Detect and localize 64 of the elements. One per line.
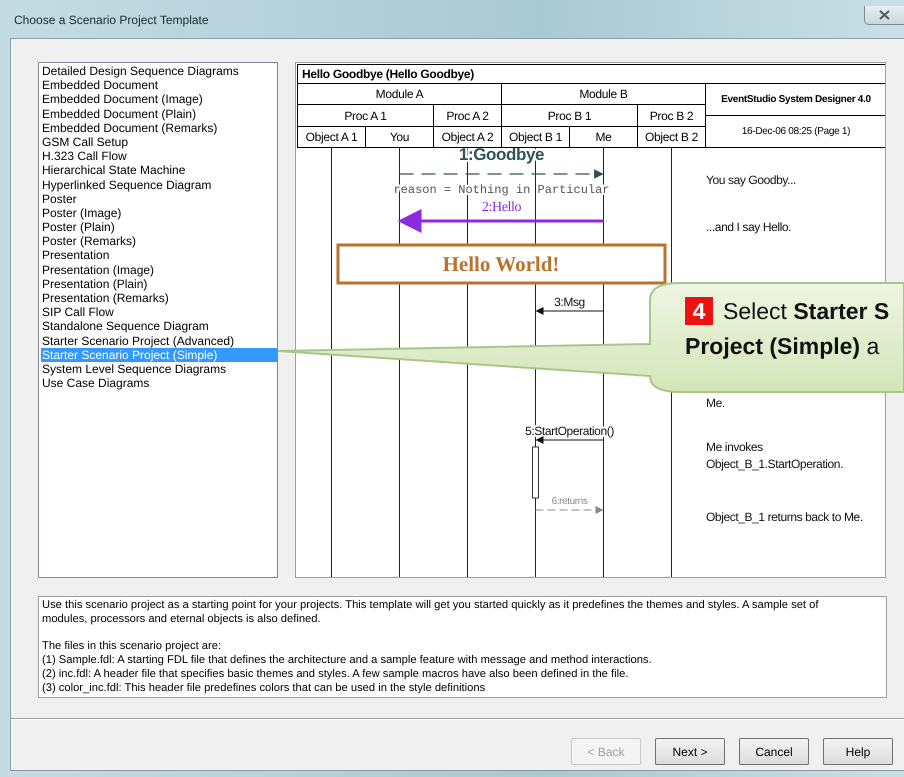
template-item[interactable]: Presentation bbox=[41, 248, 277, 263]
template-item[interactable]: Hyperlinked Sequence Diagram bbox=[41, 178, 277, 192]
template-item[interactable]: Embedded Document (Remarks) bbox=[41, 120, 277, 135]
template-item[interactable]: Poster (Image) bbox=[41, 206, 277, 220]
template-item[interactable]: Embedded Document bbox=[41, 78, 277, 92]
object-header: Object B 2 bbox=[638, 127, 705, 147]
dialog-button[interactable]: Help bbox=[823, 738, 893, 765]
object-header: Object A 2 bbox=[434, 127, 501, 147]
object-header: Object B 1 bbox=[502, 127, 569, 147]
message-arrow bbox=[536, 436, 604, 444]
message-arrow bbox=[536, 307, 604, 315]
dialog-button[interactable]: Next > bbox=[655, 738, 725, 765]
object-header: Object A 1 bbox=[298, 127, 365, 147]
template-item[interactable]: Poster bbox=[41, 192, 277, 206]
window-title: Choose a Scenario Project Template bbox=[14, 13, 209, 27]
close-icon bbox=[879, 10, 890, 20]
object-header: Me bbox=[570, 127, 637, 147]
template-item[interactable]: GSM Call Setup bbox=[41, 134, 277, 150]
tool-name: EventStudio System Designer 4.0 bbox=[706, 84, 885, 115]
message-label: 2:Hello bbox=[482, 200, 522, 215]
template-item[interactable]: Starter Scenario Project (Advanced) bbox=[41, 334, 277, 348]
action-text: Hello World! bbox=[442, 252, 560, 276]
diagram-date: 16-Dec-06 08:25 (Page 1) bbox=[706, 116, 885, 147]
template-item[interactable]: Embedded Document (Plain) bbox=[41, 106, 277, 121]
template-item[interactable]: Presentation (Image) bbox=[41, 262, 277, 277]
processor-header: Proc B 2 bbox=[638, 105, 705, 126]
description-text: Use this scenario project as a starting point for your projects. This template will get you started quickly as it predefines the themes and styles. A sample set of modules, processors and eternal objects is also defined. bbox=[42, 599, 820, 627]
description-text: (3) color_inc.fdl: This header file predefines colors that can be used in the style definitions bbox=[42, 682, 486, 696]
template-item[interactable]: Presentation (Plain) bbox=[41, 276, 277, 291]
description-text: (1) Sample.fdl: A starting FDL file that defines the architecture and a sample feature with message and method interactions. bbox=[42, 654, 653, 668]
diagram-title: Hello Goodbye (Hello Goodbye) bbox=[298, 65, 885, 83]
description-text: The files in this scenario project are: bbox=[42, 640, 222, 654]
template-item[interactable]: Poster (Plain) bbox=[41, 220, 277, 234]
template-item[interactable]: SIP Call Flow bbox=[41, 305, 277, 320]
processor-header: Proc A 1 bbox=[298, 105, 433, 126]
template-item[interactable]: Detailed Design Sequence Diagrams bbox=[41, 64, 277, 78]
remark-text: Me invokes Object_B_1.StartOperation. bbox=[706, 440, 844, 471]
template-item[interactable]: Standalone Sequence Diagram bbox=[41, 319, 277, 334]
remark-text: ...and I say Hello. bbox=[706, 220, 792, 234]
callout-text: Select Starter S bbox=[723, 298, 890, 324]
template-item[interactable]: System Level Sequence Diagrams bbox=[41, 362, 277, 376]
object-header: You bbox=[366, 127, 433, 147]
message-label: 3:Msg bbox=[554, 295, 585, 309]
template-item[interactable]: Embedded Document (Image) bbox=[41, 92, 277, 107]
remark-text: Object_B_1 returns back to Me. bbox=[706, 510, 863, 524]
message-arrow bbox=[535, 506, 604, 514]
module-header: Module A bbox=[298, 84, 501, 104]
activation-bar bbox=[532, 446, 539, 498]
remark-text: Me. bbox=[706, 396, 725, 410]
dialog-button[interactable]: Cancel bbox=[739, 738, 809, 765]
template-item[interactable]: Presentation (Remarks) bbox=[41, 291, 277, 306]
processor-header: Proc A 2 bbox=[434, 105, 501, 126]
processor-header: Proc B 1 bbox=[502, 105, 637, 126]
template-item[interactable]: Use Case Diagrams bbox=[41, 376, 277, 390]
message-label: 6:returns bbox=[552, 496, 588, 507]
description-text: (2) inc.fdl: A header file that specifies basic themes and styles. A few sample macros have also been defined in the file. bbox=[42, 668, 630, 682]
module-header: Module B bbox=[502, 84, 705, 104]
template-item[interactable]: H.323 Call Flow bbox=[41, 149, 277, 164]
callout-text: Project (Simple) a bbox=[685, 332, 880, 360]
template-item[interactable]: Poster (Remarks) bbox=[41, 234, 277, 248]
step-badge: 4 bbox=[685, 297, 713, 325]
close-button[interactable] bbox=[864, 6, 904, 25]
remark-text: You say Goodby... bbox=[706, 173, 796, 187]
template-item[interactable]: Hierarchical State Machine bbox=[41, 163, 277, 178]
